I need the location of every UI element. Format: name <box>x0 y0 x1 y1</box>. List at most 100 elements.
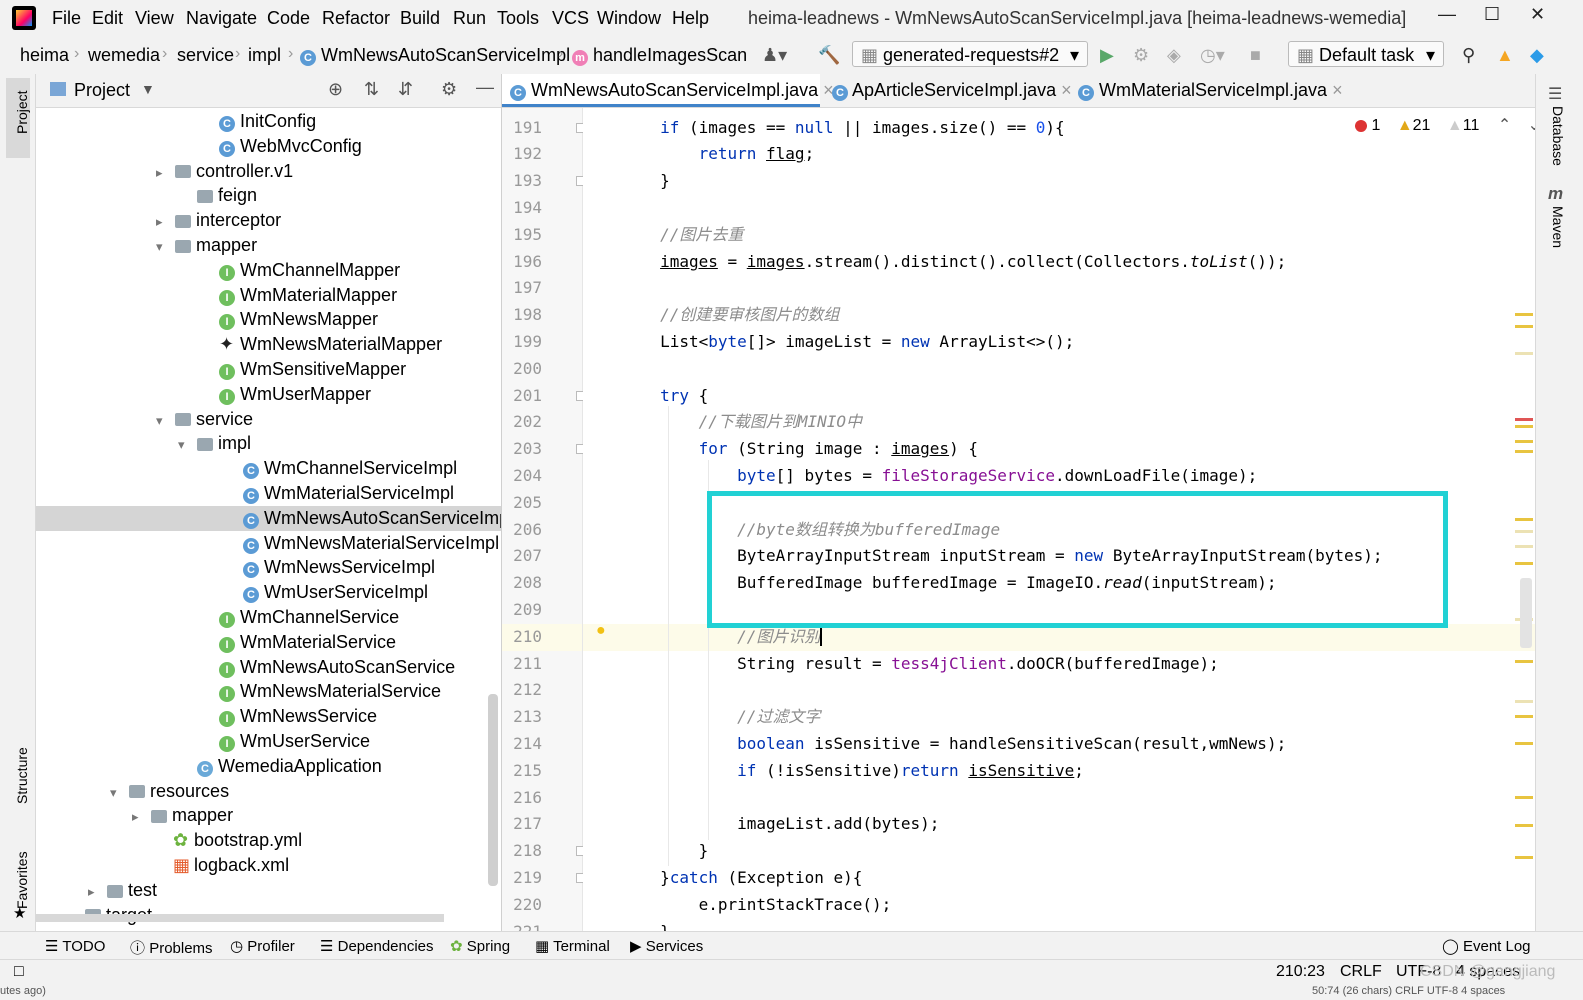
line-number[interactable]: 220 <box>502 892 542 919</box>
breadcrumb-class[interactable]: C WmNewsAutoScanServiceImpl <box>300 45 570 66</box>
tree-item[interactable]: I WmMaterialMapper <box>36 283 501 308</box>
warning-stripe[interactable] <box>1515 325 1533 328</box>
breadcrumb-method[interactable]: m handleImagesScan <box>572 45 747 66</box>
intellij-logo-icon[interactable] <box>12 6 36 30</box>
breadcrumb-service[interactable]: service <box>177 45 234 66</box>
tree-scrollbar[interactable] <box>488 694 498 886</box>
line-number[interactable]: 204 <box>502 463 542 490</box>
line-number[interactable]: 219 <box>502 865 542 892</box>
event-log-tool-button[interactable]: ◯ Event Log <box>1442 937 1531 955</box>
expand-arrow-icon[interactable]: ▾ <box>156 408 170 433</box>
line-number[interactable]: 217 <box>502 811 542 838</box>
tree-item[interactable]: C WmUserServiceImpl <box>36 580 501 605</box>
line-number[interactable]: 201 <box>502 383 542 410</box>
expand-arrow-icon[interactable]: ▾ <box>156 234 170 259</box>
breadcrumb-wemedia[interactable]: wemedia <box>88 45 160 66</box>
warning-stripe[interactable] <box>1515 440 1533 443</box>
menu-window[interactable]: Window <box>597 8 661 29</box>
line-number[interactable]: 209 <box>502 597 542 624</box>
weak-warning-stripe[interactable] <box>1515 352 1533 355</box>
expand-arrow-icon[interactable]: ▾ <box>178 432 192 457</box>
tab-wmmaterialserviceimpl[interactable]: C WmMaterialServiceImpl.java × <box>1070 74 1351 107</box>
services-tool-button[interactable]: ▶ Services <box>630 937 703 955</box>
line-number[interactable]: 194 <box>502 195 542 222</box>
profiler-tool-button[interactable]: ◷ Profiler <box>230 937 295 955</box>
structure-tool-label[interactable]: Structure <box>14 747 30 804</box>
warning-stripe[interactable] <box>1515 450 1533 453</box>
warning-stripe[interactable] <box>1515 425 1533 428</box>
tree-item[interactable]: I WmChannelMapper <box>36 258 501 283</box>
close-icon[interactable]: ✕ <box>1530 4 1545 25</box>
chevron-down-icon[interactable]: ▼ <box>141 81 155 97</box>
profile-icon[interactable]: ◷▾ <box>1200 45 1225 66</box>
tree-item[interactable]: I WmUserService <box>36 729 501 754</box>
tree-item[interactable]: C WmNewsAutoScanServiceImpl <box>36 505 501 531</box>
tab-aparticleserviceimpl[interactable]: C ApArticleServiceImpl.java × <box>824 74 1080 107</box>
maven-tool-label[interactable]: Maven <box>1550 206 1566 248</box>
update-icon[interactable]: ▲ <box>1496 45 1514 66</box>
database-tool-label[interactable]: Database <box>1550 106 1566 166</box>
database-icon[interactable]: ☰ <box>1548 84 1562 104</box>
breadcrumb-impl[interactable]: impl <box>248 45 281 66</box>
panel-toggle-icon[interactable]: □ <box>14 963 24 981</box>
line-number[interactable]: 205 <box>502 490 542 517</box>
weak-warning-stripe[interactable] <box>1515 530 1533 533</box>
line-number[interactable]: 198 <box>502 302 542 329</box>
menu-refactor[interactable]: Refactor <box>322 8 390 29</box>
problems-tool-button[interactable]: ⓘ Problems <box>130 937 213 958</box>
line-separator[interactable]: CRLF <box>1340 963 1382 981</box>
run-configuration-select[interactable]: ▦ generated-requests#2 ▾ <box>852 41 1088 67</box>
menu-code[interactable]: Code <box>267 8 310 29</box>
breadcrumb-heima[interactable]: heima <box>20 45 69 66</box>
tree-item[interactable]: ✦ WmNewsMaterialMapper <box>36 332 501 357</box>
line-number[interactable]: 207 <box>502 543 542 570</box>
user-icon[interactable]: ♟▾ <box>762 45 787 66</box>
expand-all-icon[interactable]: ⇅ <box>364 79 379 100</box>
build-hammer-icon[interactable]: 🔨 <box>818 45 840 66</box>
line-number[interactable]: 215 <box>502 758 542 785</box>
task-select[interactable]: ▦ Default task ▾ <box>1288 41 1444 67</box>
previous-problem-icon[interactable]: ⌃ <box>1498 117 1511 134</box>
line-number[interactable]: 193 <box>502 168 542 195</box>
locate-icon[interactable]: ⊕ <box>328 79 343 100</box>
debug-icon[interactable]: ⚙ <box>1133 45 1149 66</box>
tree-item[interactable]: C WemediaApplication <box>36 754 501 779</box>
collapse-arrow-icon[interactable]: ▸ <box>132 804 146 829</box>
tree-item[interactable]: ▸ mapper <box>36 803 501 828</box>
line-number[interactable]: 211 <box>502 651 542 678</box>
plugin-icon[interactable]: ◆ <box>1530 45 1544 66</box>
menu-view[interactable]: View <box>135 8 174 29</box>
tab-wmnewsautoscanserviceimpl[interactable]: C WmNewsAutoScanServiceImpl.java × <box>502 74 834 107</box>
menu-build[interactable]: Build <box>400 8 440 29</box>
gear-icon[interactable]: ⚙ <box>441 79 457 100</box>
collapse-all-icon[interactable]: ⇵ <box>398 79 413 100</box>
line-number[interactable]: 203 <box>502 436 542 463</box>
collapse-arrow-icon[interactable]: ▸ <box>88 879 102 904</box>
line-number[interactable]: 212 <box>502 677 542 704</box>
tree-item[interactable]: ▾ mapper <box>36 233 501 258</box>
stop-icon[interactable]: ■ <box>1250 45 1261 66</box>
tree-item[interactable]: ▸ controller.v1 <box>36 159 501 184</box>
editor-scrollbar-thumb[interactable] <box>1520 578 1532 648</box>
minimize-icon[interactable]: — <box>1438 4 1456 25</box>
tree-item[interactable]: ▾ resources <box>36 779 501 804</box>
warning-stripe[interactable] <box>1515 518 1533 521</box>
weak-warning-stripe[interactable] <box>1515 545 1533 548</box>
hide-panel-icon[interactable]: — <box>476 77 494 98</box>
warning-stripe[interactable] <box>1515 313 1533 316</box>
tree-item[interactable]: C WmNewsMaterialServiceImpl <box>36 531 501 556</box>
line-number[interactable]: 206 <box>502 517 542 544</box>
line-number[interactable]: 192 <box>502 141 542 168</box>
line-number[interactable]: 197 <box>502 275 542 302</box>
favorites-tool-label[interactable]: Favorites <box>14 851 30 909</box>
menu-help[interactable]: Help <box>672 8 709 29</box>
menu-tools[interactable]: Tools <box>497 8 539 29</box>
line-number[interactable]: 208 <box>502 570 542 597</box>
line-number[interactable]: 213 <box>502 704 542 731</box>
line-number[interactable]: 196 <box>502 249 542 276</box>
close-tab-icon[interactable]: × <box>1332 80 1343 100</box>
maximize-icon[interactable]: ☐ <box>1484 4 1500 25</box>
tree-item[interactable]: I WmChannelService <box>36 605 501 630</box>
warning-stripe[interactable] <box>1515 856 1533 859</box>
tree-item[interactable]: I WmNewsMapper <box>36 307 501 332</box>
